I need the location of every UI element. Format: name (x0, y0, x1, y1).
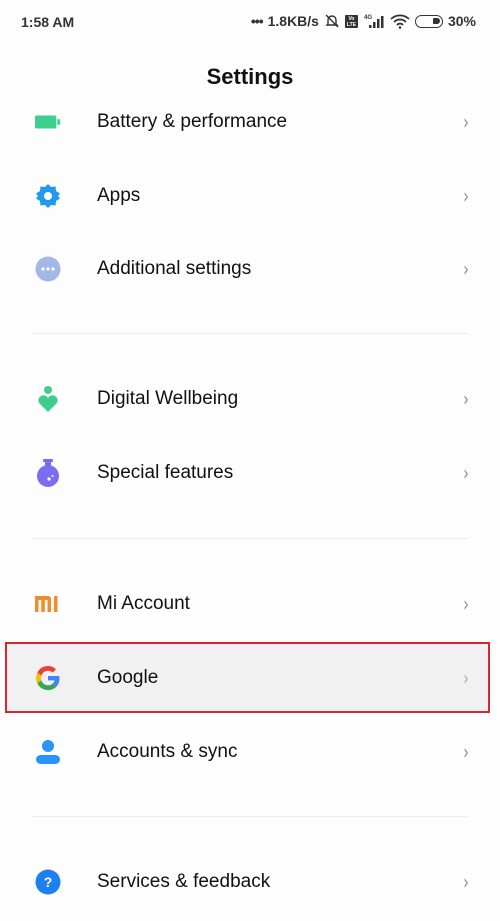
settings-item-label: Digital Wellbeing (97, 388, 239, 409)
chevron-right-icon: › (463, 666, 469, 690)
settings-item-services-feedback[interactable]: ? Services & feedback › (0, 850, 500, 914)
network-type: 4G (364, 15, 372, 21)
volte-icon: Vo LTE (344, 14, 358, 28)
settings-item-apps[interactable]: Apps › (0, 164, 500, 228)
battery-percent: 30% (447, 13, 476, 29)
mute-bell-icon (325, 14, 339, 28)
status-bar: 1:58 AM ••• 1.8KB/s Vo LTE 4G 30% (0, 0, 500, 44)
section-divider (32, 816, 468, 817)
settings-item-google[interactable]: Google › (0, 646, 500, 710)
chevron-right-icon: › (463, 592, 469, 616)
google-g-icon (35, 665, 61, 691)
settings-item-label: Google (97, 667, 159, 688)
settings-item-mi-account[interactable]: Mi Account › (0, 572, 500, 636)
status-time: 1:58 AM (21, 14, 75, 30)
wifi-icon (390, 14, 410, 29)
network-speed: 1.8KB/s (267, 13, 319, 29)
more-notifications-icon: ••• (250, 13, 264, 29)
section-divider (32, 333, 468, 334)
settings-item-accounts-sync[interactable]: Accounts & sync › (0, 720, 500, 784)
chevron-right-icon: › (463, 870, 469, 894)
settings-item-label: Special features (97, 462, 234, 483)
settings-item-label: Accounts & sync (97, 741, 238, 762)
wellbeing-heart-icon (35, 386, 61, 412)
chevron-right-icon: › (463, 387, 469, 411)
chevron-right-icon: › (463, 110, 469, 134)
page-title: Settings (206, 64, 294, 89)
chevron-right-icon: › (463, 184, 469, 208)
person-icon (35, 739, 61, 765)
settings-item-additional[interactable]: Additional settings › (0, 237, 500, 301)
signal-4g-icon: 4G (364, 15, 384, 28)
settings-item-label: Battery & performance (97, 111, 288, 132)
chevron-right-icon: › (463, 257, 469, 281)
settings-item-battery[interactable]: Battery & performance › (0, 90, 500, 154)
section-divider (32, 538, 468, 539)
settings-item-label: Apps (97, 185, 141, 206)
question-icon: ? (35, 869, 61, 895)
status-icons: ••• 1.8KB/s Vo LTE 4G 30% (251, 13, 476, 29)
svg-text:?: ? (44, 874, 53, 890)
settings-item-label: Additional settings (97, 258, 252, 279)
battery-status-icon (414, 14, 443, 28)
chevron-right-icon: › (463, 461, 469, 485)
gear-icon (35, 183, 61, 209)
battery-icon (35, 109, 61, 135)
settings-item-label: Mi Account (97, 593, 190, 614)
settings-item-label: Services & feedback (97, 871, 271, 892)
chevron-right-icon: › (463, 740, 469, 764)
flask-icon (35, 459, 61, 487)
mi-logo-icon (35, 591, 61, 617)
settings-item-special-features[interactable]: Special features › (0, 441, 500, 505)
more-dots-icon (35, 256, 61, 282)
settings-item-digital-wellbeing[interactable]: Digital Wellbeing › (0, 367, 500, 431)
